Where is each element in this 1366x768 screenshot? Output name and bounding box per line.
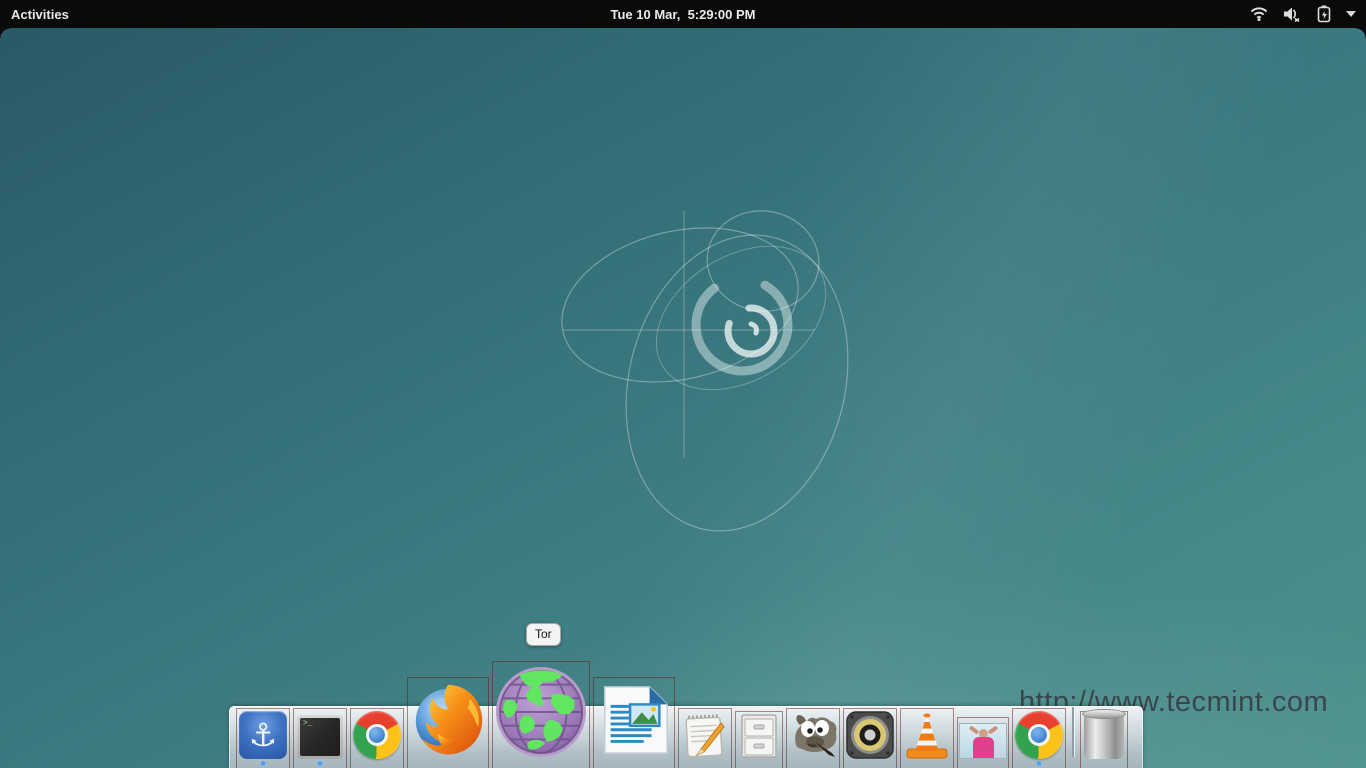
- dock-item-file-manager[interactable]: [735, 713, 783, 759]
- chrome-icon: [1015, 711, 1063, 759]
- speaker-icon: [846, 711, 894, 759]
- tor-globe-icon: [494, 665, 588, 759]
- dock-item-libreoffice[interactable]: [593, 681, 675, 759]
- trash-icon: [1084, 713, 1124, 759]
- network-wireless-icon[interactable]: [1250, 6, 1268, 22]
- dock-item-audio-player[interactable]: [843, 711, 897, 759]
- dock-item-trash[interactable]: [1080, 713, 1128, 759]
- dock-item-photo-viewer[interactable]: [957, 719, 1009, 759]
- docky-panel: ⚓ >_: [229, 706, 1143, 768]
- dock-item-google-chrome[interactable]: [350, 711, 404, 759]
- dock-separator: [1072, 707, 1074, 757]
- dock-item-vlc[interactable]: [900, 711, 954, 759]
- anchor-icon: ⚓: [239, 711, 287, 759]
- vlc-cone-icon: [903, 711, 951, 759]
- system-tray[interactable]: [1250, 0, 1356, 28]
- clock-menu[interactable]: Tue 10 Mar, 5:29:00 PM: [611, 0, 756, 28]
- running-indicator: [1037, 761, 1042, 766]
- dock-item-list: ⚓ >_: [230, 707, 1142, 768]
- debian-swirl-artwork: [545, 183, 875, 563]
- dock-item-terminal[interactable]: >_: [293, 711, 347, 759]
- desktop-wallpaper[interactable]: http://www.tecmint.com: [0, 28, 1366, 768]
- libreoffice-icon: [595, 681, 673, 759]
- gimp-icon: [788, 711, 838, 759]
- chrome-icon: [353, 711, 401, 759]
- terminal-icon: >_: [297, 715, 343, 759]
- firefox-icon: [409, 681, 487, 759]
- dock-item-text-editor[interactable]: [678, 711, 732, 759]
- dock-item-google-chrome-2[interactable]: [1012, 711, 1066, 759]
- gnome-desktop: Activities Tue 10 Mar, 5:29:00 PM: [0, 0, 1366, 768]
- dock-tooltip: Tor: [526, 623, 561, 646]
- volume-muted-icon[interactable]: [1283, 6, 1302, 22]
- chevron-down-icon[interactable]: [1346, 11, 1356, 17]
- top-bar: Activities Tue 10 Mar, 5:29:00 PM: [0, 0, 1366, 28]
- dock-item-tor-browser[interactable]: [492, 665, 590, 759]
- dock-item-docky-anchor[interactable]: ⚓: [236, 711, 290, 759]
- notepad-icon: [681, 711, 729, 759]
- screen-corner-left: [0, 28, 10, 38]
- activities-button[interactable]: Activities: [11, 0, 69, 28]
- battery-charging-icon[interactable]: [1317, 5, 1331, 23]
- photo-thumbnail-icon: [959, 723, 1007, 759]
- file-cabinet-icon: [738, 713, 780, 759]
- running-indicator: [261, 761, 266, 766]
- dock-item-firefox[interactable]: [407, 681, 489, 759]
- screen-corner-right: [1356, 28, 1366, 38]
- dock-item-gimp[interactable]: [786, 711, 840, 759]
- running-indicator: [318, 761, 323, 766]
